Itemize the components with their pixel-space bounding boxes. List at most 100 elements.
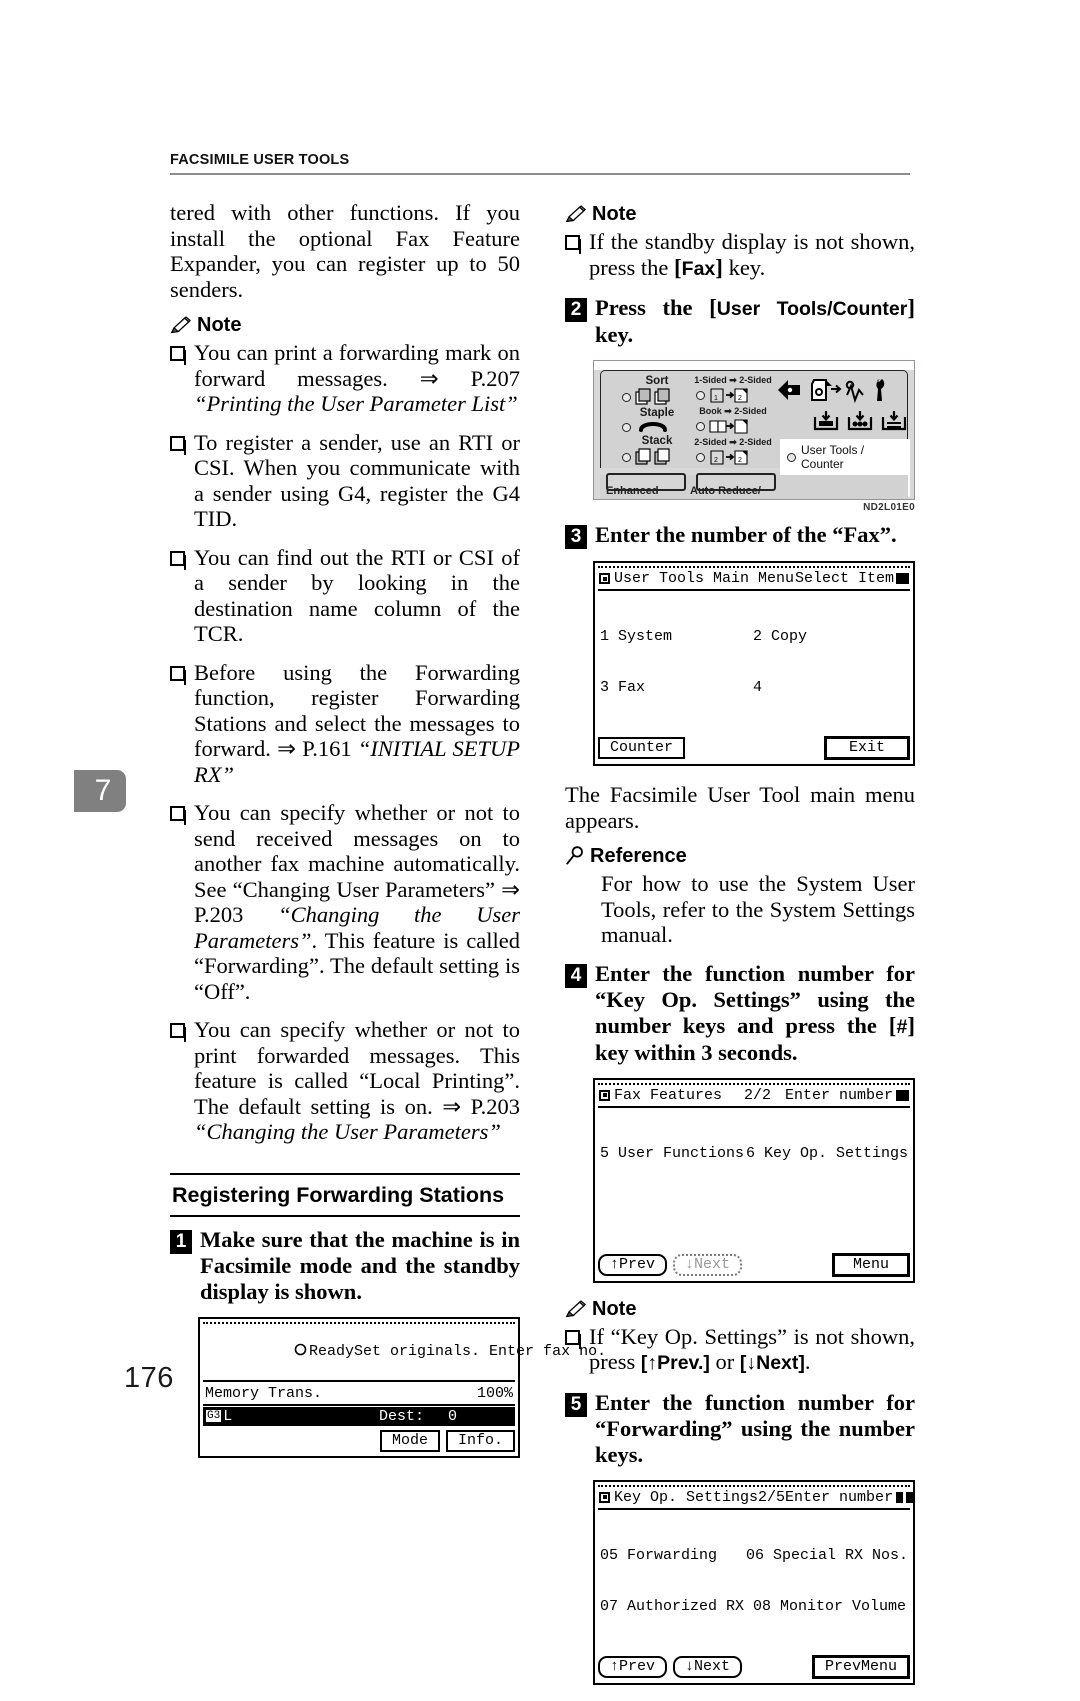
continued-paragraph: tered with other functions. If you insta… [170, 200, 520, 302]
note-label: Note [197, 314, 242, 336]
menu-item[interactable]: 1 System [600, 628, 753, 645]
menu-item[interactable]: 6 Key Op. Settings [746, 1145, 908, 1162]
prev-button[interactable]: ↑Prev [598, 1655, 668, 1678]
dest-label: Dest: [378, 1407, 424, 1425]
prev-button[interactable]: ↑Prev [598, 1253, 668, 1276]
step-number: 4 [565, 963, 587, 988]
standby-mode-row: Memory Trans. 100% [203, 1382, 515, 1406]
step-1: 1 Make sure that the machine is in Facsi… [170, 1227, 520, 1305]
note-heading-1: Note [170, 315, 520, 335]
control-panel-figure: Sort Staple Stack 1-Sided ➡ 2-Sided 1 2 … [593, 360, 915, 513]
menu-row: 05 Forwarding 06 Special RX Nos. [600, 1547, 908, 1564]
menu-row: 07 Authorized RX 08 Monitor Volume [600, 1598, 908, 1615]
step-4: 4 Enter the function number for “Key Op.… [565, 961, 915, 1066]
fax-features-figure: Fax Features 2/2 Enter number 5 User Fun… [593, 1077, 915, 1283]
menu-title: Key Op. Settings [614, 1488, 759, 1506]
counter-button[interactable]: Counter [598, 737, 686, 759]
menu-hint: Enter number [784, 1086, 893, 1104]
menu-title-bar: User Tools Main Menu Select Item [598, 569, 910, 591]
fax-features-button-row: ↑Prev ↓Next Menu [598, 1252, 910, 1277]
bullet-square-icon [170, 1023, 185, 1038]
menu-item[interactable]: 05 Forwarding [600, 1547, 746, 1564]
note-item: You can specify whether or not to print … [170, 1017, 520, 1145]
menu-item[interactable]: 08 Monitor Volume [753, 1598, 906, 1615]
memory-percent: 100% [476, 1384, 513, 1402]
chapter-tab: 7 [74, 770, 126, 812]
pencil-icon [565, 205, 587, 224]
note-item-text: You can find out the RTI or CSI of a sen… [194, 544, 520, 647]
lcd-top-dotted-edge [203, 1321, 515, 1324]
svg-text:2: 2 [738, 395, 742, 402]
running-head: FACSIMILE USER TOOLS [170, 152, 350, 168]
note-heading-3: Note [565, 1299, 915, 1319]
note-item-text: To register a sender, use an RTI or CSI.… [194, 429, 520, 532]
step-2: 2 Press the [User Tools/Counter] key. [565, 295, 915, 348]
two-sided-to-two-sided-icon: 2 2 [710, 450, 748, 465]
reference-label: Reference [590, 845, 687, 867]
bullet-square-icon [170, 346, 185, 361]
note-item: You can print a forwarding mark on forwa… [170, 340, 520, 417]
menu-row: 3 Fax 4 [600, 679, 908, 696]
step-number: 1 [170, 1229, 192, 1254]
menu-items: 1 System 2 Copy 3 Fax 4 [598, 591, 910, 732]
tray-icon-3 [881, 411, 907, 431]
step-text: Enter the number of the “Fax”. [595, 522, 897, 547]
magnifier-icon [565, 846, 585, 866]
left-column: tered with other functions. If you insta… [170, 200, 606, 1474]
menu-item[interactable]: 07 Authorized RX [600, 1598, 753, 1615]
menu-item[interactable]: 4 [753, 679, 771, 696]
pencil-icon [170, 316, 192, 335]
exit-button[interactable]: Exit [823, 736, 910, 760]
menu-item[interactable]: 2 Copy [753, 628, 807, 645]
reference-text: For how to use the System User Tools, re… [601, 871, 915, 947]
interrupt-icon [811, 379, 842, 401]
svg-text:2: 2 [738, 457, 742, 464]
menu-hint: Select Item [794, 570, 894, 587]
stack-label: Stack [641, 435, 673, 447]
fax-features-items: 5 User Functions 6 Key Op. Settings [598, 1108, 910, 1249]
key-op-button-row: ↑Prev ↓Next PrevMenu [598, 1654, 910, 1679]
key-op-title-bar: Key Op. Settings 2/5 Enter number [598, 1488, 914, 1510]
mode-button[interactable]: Mode [379, 1429, 440, 1452]
standby-display-figure: Ready Set originals. Enter fax no. Memor… [198, 1316, 606, 1458]
auto-reduce-label: Auto Reduce/ [690, 485, 761, 497]
menu-button[interactable]: Menu [831, 1252, 910, 1277]
staple-led-icon [622, 422, 631, 432]
prevmenu-button[interactable]: PrevMenu [811, 1654, 910, 1679]
menu-row: 5 User Functions 6 Key Op. Settings [600, 1145, 908, 1162]
note-item: To register a sender, use an RTI or CSI.… [170, 430, 520, 532]
note-item: You can specify whether or not to send r… [170, 800, 520, 1004]
step-text: Press the [User Tools/Counter] key. [595, 295, 915, 347]
one-to-two-label: 1-Sided ➡ 2-Sided [694, 375, 772, 385]
step-5: 5 Enter the function number for “Forward… [565, 1390, 915, 1468]
menu-item[interactable]: 06 Special RX Nos. [746, 1547, 908, 1564]
standby-button-row: Mode Info. [203, 1429, 515, 1452]
header-divider [170, 173, 910, 175]
sort-label: Sort [645, 375, 669, 387]
info-button[interactable]: Info. [445, 1429, 515, 1452]
next-button[interactable]: ↓Next [673, 1253, 743, 1276]
note-label: Note [592, 1297, 637, 1320]
step-text: Enter the function number for “Key Op. S… [595, 960, 915, 1065]
section-heading: Registering Forwarding Stations [172, 1182, 505, 1207]
menu-item[interactable]: 5 User Functions [600, 1145, 746, 1162]
menu-item[interactable]: 3 Fax [600, 679, 753, 696]
page-indicator: 2/2 [744, 1086, 772, 1104]
control-panel-illustration: Sort Staple Stack 1-Sided ➡ 2-Sided 1 2 … [593, 360, 915, 500]
lcd-top-dotted-edge [598, 1082, 910, 1085]
note-item: If “Key Op. Settings” is not shown, pres… [565, 1324, 915, 1377]
note-item-text: You can specify whether or not to send r… [194, 800, 520, 1004]
user-tools-led-icon [787, 452, 796, 462]
dest-value: 0 [447, 1407, 457, 1425]
menu-title: Fax Features [614, 1086, 723, 1104]
menu-marker-icon [599, 1089, 610, 1101]
note-item: You can find out the RTI or CSI of a sen… [170, 545, 520, 647]
hardkey-fax: [Fax] [673, 254, 723, 280]
page-indicator: 2/5 [758, 1488, 786, 1506]
book-to-two-sided-icon [709, 419, 748, 434]
note-item-text: You can print a forwarding mark on forwa… [194, 340, 520, 416]
note-heading-2: Note [565, 204, 915, 224]
note-item-text: You can specify whether or not to print … [194, 1017, 520, 1144]
status-text: Ready [309, 1343, 355, 1360]
next-button[interactable]: ↓Next [673, 1655, 743, 1678]
